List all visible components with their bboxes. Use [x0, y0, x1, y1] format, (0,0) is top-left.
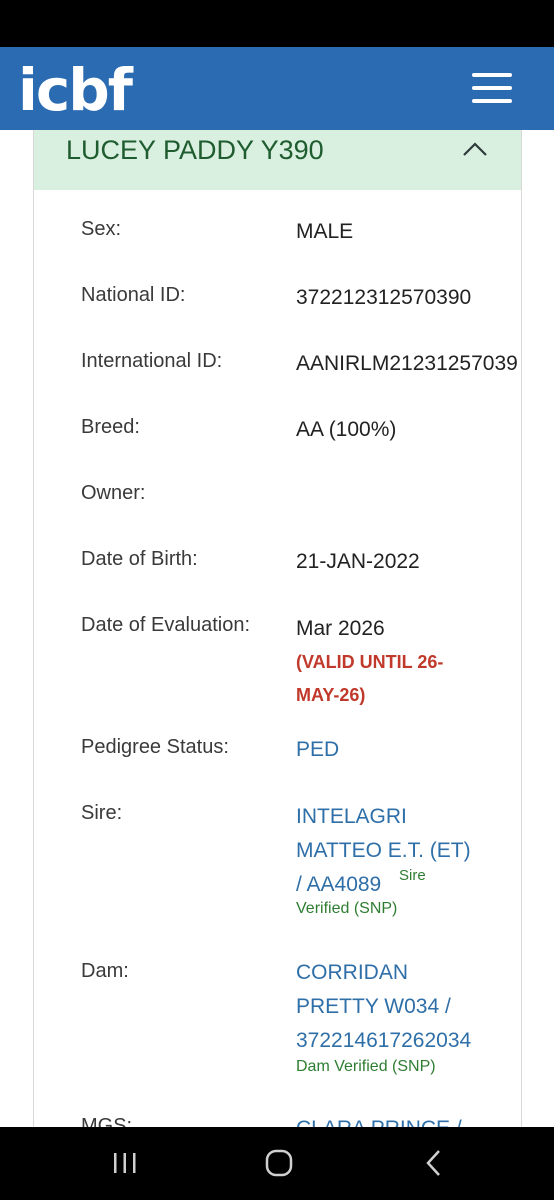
pedigree-label: Pedigree Status: — [81, 736, 229, 758]
sire-verified-text: Verified (SNP) — [296, 900, 398, 917]
evaluation-value: Mar 2026 — [296, 617, 385, 640]
national-id-value: 372212312570390 — [296, 286, 472, 309]
chevron-up-icon[interactable] — [462, 136, 488, 162]
breed-value: AA (100%) — [296, 418, 397, 441]
dob-value: 21-JAN-2022 — [296, 550, 420, 573]
hamburger-menu-icon[interactable] — [472, 73, 514, 105]
sex-label: Sex: — [81, 218, 122, 240]
evaluation-label: Date of Evaluation: — [81, 614, 250, 636]
sire-link-line-2[interactable]: MATTEO E.T. (ET) — [296, 834, 471, 868]
back-icon[interactable] — [424, 1149, 444, 1177]
animal-name-title: LUCEY PADDY Y390 — [66, 135, 324, 165]
dam-verified-text: Dam Verified (SNP) — [296, 1058, 436, 1075]
dam-link-line-2[interactable]: PRETTY W034 / — [296, 990, 451, 1024]
dam-link-line-1[interactable]: CORRIDAN — [296, 956, 408, 990]
sire-link-line-1[interactable]: INTELAGRI — [296, 800, 407, 834]
international-id-label: International ID: — [81, 350, 223, 372]
recent-apps-icon[interactable] — [112, 1150, 138, 1176]
dam-link-line-3[interactable]: 372214617262034 — [296, 1024, 471, 1058]
breed-label: Breed: — [81, 416, 140, 438]
sire-label: Sire: — [81, 802, 123, 824]
app-header: icbf — [0, 47, 554, 130]
validity-line-2: MAY-26) — [296, 685, 366, 705]
sire-verified-sup: Sire — [399, 867, 426, 884]
system-nav-bar — [0, 1127, 554, 1200]
sex-value: MALE — [296, 220, 354, 243]
dam-label: Dam: — [81, 960, 129, 982]
sire-link-line-3[interactable]: / AA4089 — [296, 868, 381, 902]
national-id-label: National ID: — [81, 284, 186, 306]
home-icon[interactable] — [265, 1149, 293, 1177]
validity-line-1: (VALID UNTIL 26- — [296, 652, 444, 672]
owner-label: Owner: — [81, 482, 146, 504]
status-bar — [0, 0, 554, 47]
animal-card: LUCEY PADDY Y390 Sex: MALE National ID: … — [33, 130, 522, 1130]
card-header[interactable]: LUCEY PADDY Y390 — [34, 130, 521, 190]
pedigree-value: PED — [296, 738, 340, 761]
international-id-value: AANIRLM21231257039 — [296, 352, 518, 375]
icbf-logo[interactable]: icbf — [18, 55, 133, 125]
dob-label: Date of Birth: — [81, 548, 198, 570]
